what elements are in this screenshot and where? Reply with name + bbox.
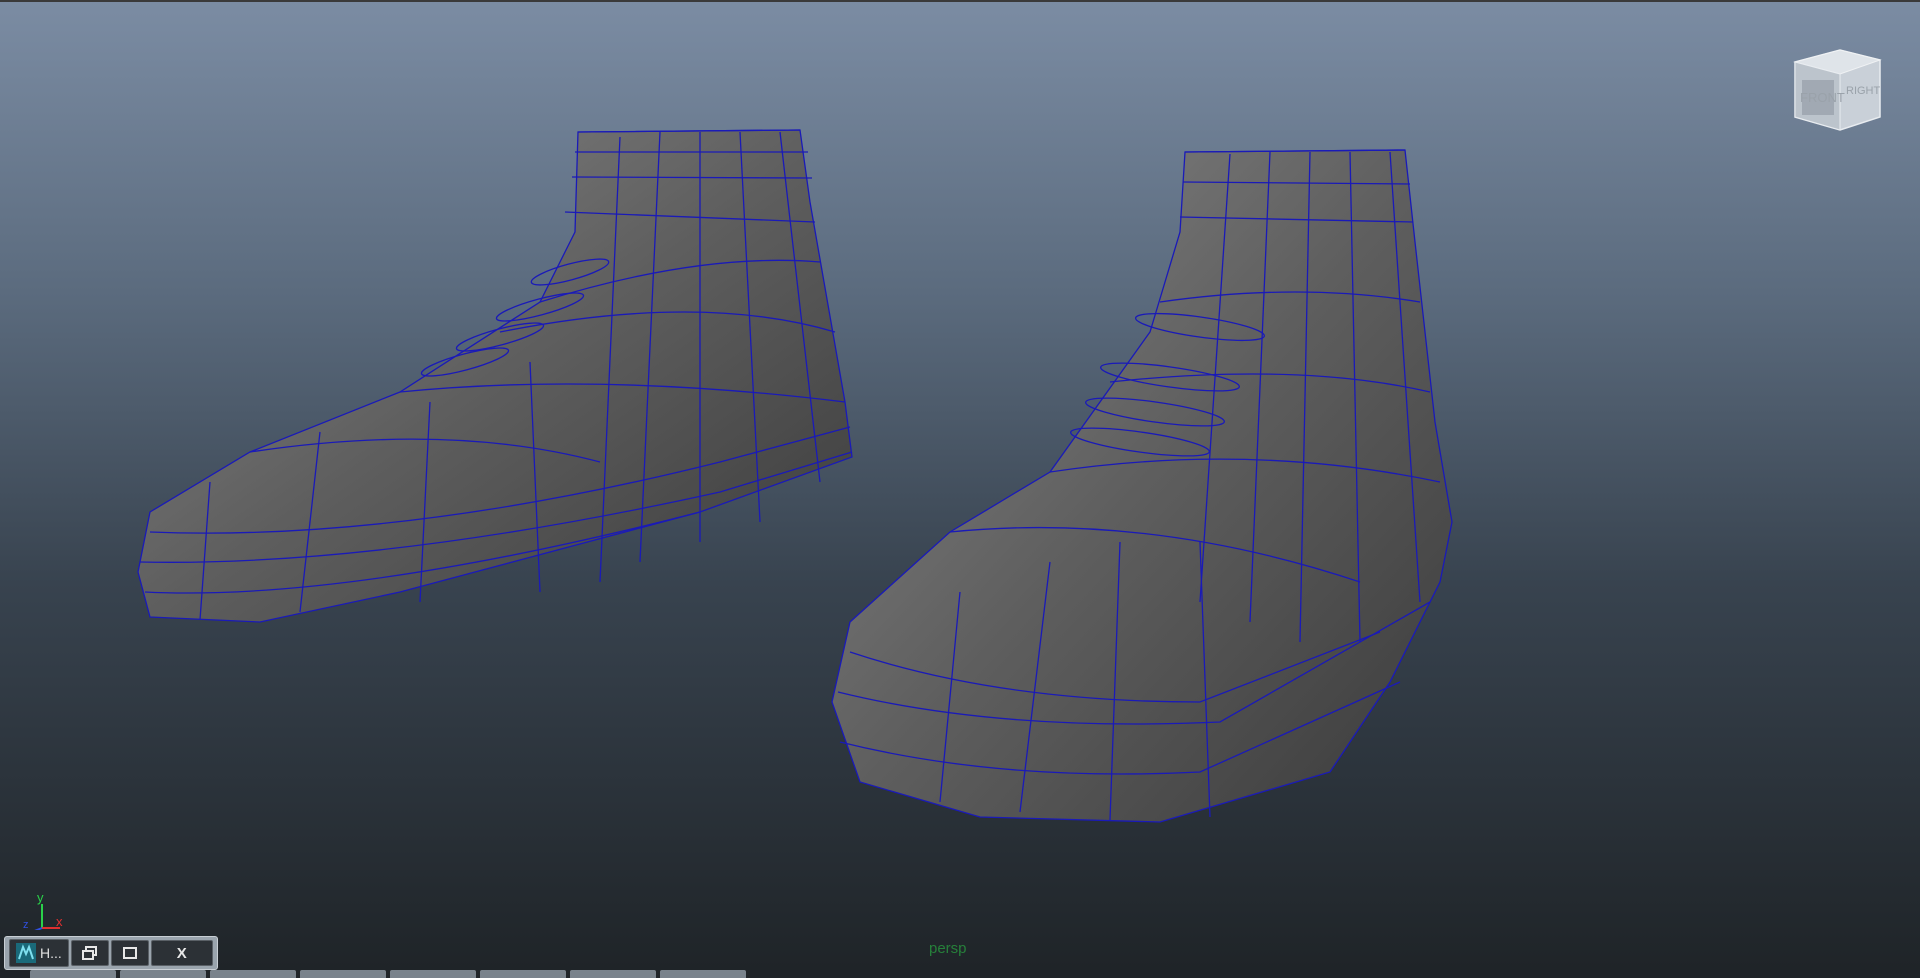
taskbar-tab[interactable] <box>210 970 296 978</box>
taskbar <box>0 970 1920 978</box>
taskbar-tab[interactable] <box>480 970 566 978</box>
right-shoe[interactable] <box>831 149 1453 823</box>
taskbar-tab[interactable] <box>390 970 476 978</box>
maximize-button[interactable] <box>110 940 149 966</box>
minimized-window-tile[interactable]: H... <box>9 939 69 967</box>
taskbar-tab[interactable] <box>30 970 116 978</box>
viewcube-right-label: RIGHT <box>1846 85 1881 97</box>
close-button[interactable]: X <box>150 940 213 966</box>
view-cube-icon[interactable]: FRONT RIGHT <box>1780 42 1890 142</box>
axis-y-label: y <box>37 890 44 905</box>
axis-z-label: z <box>23 919 29 930</box>
restore-icon <box>81 946 97 960</box>
viewcube-front-label: FRONT <box>1800 90 1845 105</box>
camera-label: persp <box>929 940 967 957</box>
left-shoe[interactable] <box>137 129 853 623</box>
maya-icon <box>16 943 36 963</box>
shoe-models[interactable] <box>0 2 1920 970</box>
restore-button[interactable] <box>70 940 109 966</box>
taskbar-tab[interactable] <box>570 970 656 978</box>
maximize-icon <box>122 947 137 959</box>
taskbar-tab[interactable] <box>120 970 206 978</box>
minimized-window[interactable]: H... X <box>4 936 218 970</box>
axis-x-label: x <box>56 914 63 929</box>
taskbar-tab[interactable] <box>660 970 746 978</box>
taskbar-tab[interactable] <box>300 970 386 978</box>
minimized-window-title: H... <box>40 945 62 961</box>
viewport-persp[interactable]: FRONT RIGHT y x z persp H... X <box>0 0 1920 970</box>
axis-gizmo: y x z <box>23 890 63 930</box>
